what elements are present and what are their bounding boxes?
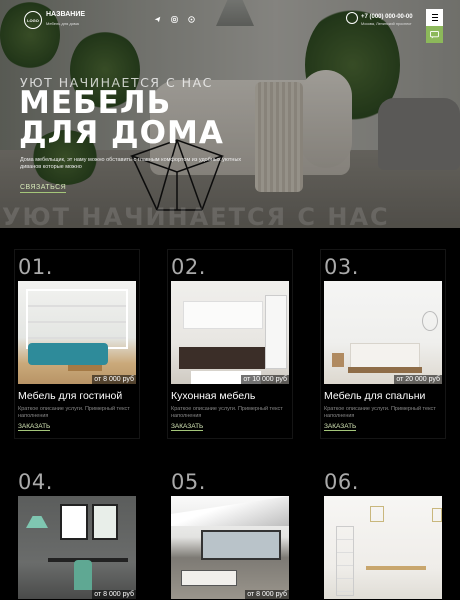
roof [171,496,289,526]
logo-text: LOGO [27,17,39,23]
whatsapp-icon[interactable] [188,16,195,23]
bedroom-image: от 20 000 руб [324,281,442,384]
telegram-icon[interactable] [154,16,161,23]
table-wood [68,365,102,371]
wall-frame-2 [432,508,442,522]
shelf [26,289,128,349]
instagram-icon[interactable] [171,16,178,23]
card-number: 05. [171,470,206,494]
menu-bar-icon [431,20,438,21]
nightstand [332,353,344,367]
kitchen-image: от 10 000 руб [171,281,289,384]
terrace-image: от 8 000 руб [171,496,289,599]
order-link[interactable]: ЗАКАЗАТЬ [324,423,357,431]
dining-image [324,496,442,599]
phone-number[interactable]: +7 (000) 000-00-00 [361,14,413,20]
price-tag: от 10 000 руб [241,375,289,384]
dining-table [366,566,426,570]
hero-description: Дома мебельщик, эт наму можно обставить … [20,157,242,170]
card-number: 03. [324,255,359,279]
price-tag: от 20 000 руб [394,375,442,384]
sofa-blue [28,343,108,365]
card-number: 01. [18,255,53,279]
menu-bar-icon [431,17,438,18]
brand-tagline: Мебель для дома [46,21,79,26]
living-room-image: от 8 000 руб [18,281,136,384]
hero-title: МЕБЕЛЬ ДЛЯ ДОМА [19,85,224,151]
card-number: 04. [18,470,53,494]
windows [201,530,281,560]
chair-green [74,560,92,590]
brand-name: НАЗВАНИЕ [46,11,86,18]
lower-cabinets [179,347,265,369]
card-title: Кухонная мебель [171,390,256,402]
logo[interactable]: LOGO [24,11,42,29]
social-links [154,16,195,23]
card-title: Мебель для гостиной [18,390,123,402]
hero-ghost-text: УЮТ НАЧИНАЕТСЯ С НАС [2,203,390,228]
price-tag: от 8 000 руб [92,375,136,384]
phone-icon [346,12,358,24]
order-link[interactable]: ЗАКАЗАТЬ [171,423,204,431]
card-description: Краткое описание услуги. Примерный текст… [18,406,130,419]
contact-link[interactable]: СВЯЗАТЬСЯ [20,184,67,193]
chat-icon [430,30,439,39]
hero-title-line1: МЕБЕЛЬ [19,85,172,121]
price-tag: от 8 000 руб [245,590,289,599]
card-number: 06. [324,470,359,494]
hero-section: УЮТ НАЧИНАЕТСЯ С НАС МЕБЕЛЬ ДЛЯ ДОМА Дом… [0,0,460,228]
bed-frame [348,367,422,373]
menu-bar-icon [431,14,438,15]
card-title: Мебель для спальни [324,390,426,402]
mirror [422,311,438,331]
frame-right [92,504,118,540]
order-link[interactable]: ЗАКАЗАТЬ [18,423,51,431]
card-number: 02. [171,255,206,279]
chat-button[interactable] [426,26,443,43]
menu-button[interactable] [426,9,443,26]
price-tag: от 8 000 руб [92,590,136,599]
hero-title-line2: ДЛЯ ДОМА [19,115,224,151]
address-text: Москва, Ленинский проспект [361,22,412,26]
fridge [265,295,287,369]
bed [350,343,420,369]
upper-cabinets [183,301,263,329]
frame-left [60,504,88,540]
pendant-lamp-green [26,516,48,528]
wall-frame-1 [370,506,384,522]
bookshelf [336,526,354,596]
card-description: Краткое описание услуги. Примерный текст… [171,406,283,419]
outdoor-sofa [181,570,237,586]
office-image: от 8 000 руб [18,496,136,599]
card-description: Краткое описание услуги. Примерный текст… [324,406,436,419]
